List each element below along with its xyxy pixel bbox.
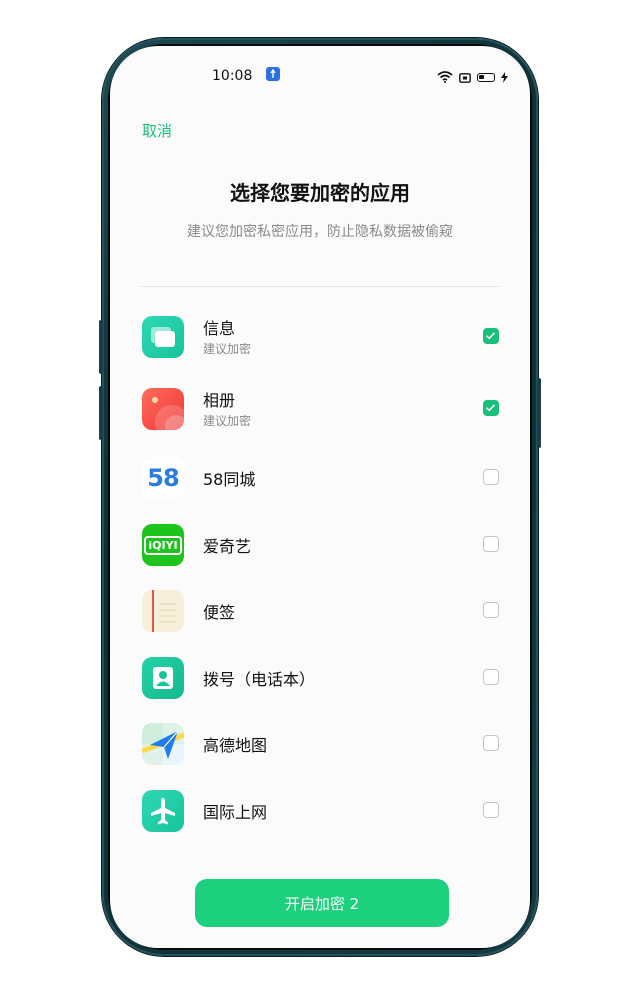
notes-icon (142, 590, 184, 632)
amap-icon (142, 723, 184, 765)
app-checkbox[interactable] (483, 469, 499, 485)
status-bar: 10:08 (110, 46, 530, 102)
app-name: 国际上网 (203, 803, 268, 822)
cancel-button[interactable]: 取消 (142, 120, 172, 141)
phone-frame: 10:08 取消 选择您要加密的应用 建议您加密私密应用，防止隐私数据被偷窥 信… (99, 38, 541, 956)
app-recommendation: 建议加密 (203, 414, 252, 428)
volume-button (99, 386, 103, 440)
app-name: 相册 (203, 391, 236, 410)
58-logo-text: 58 (147, 464, 179, 492)
photos-icon (142, 388, 184, 430)
list-item[interactable]: 国际上网 (110, 782, 530, 842)
app-checkbox[interactable] (483, 802, 499, 818)
iqiyi-logo-icon: iQIYI (142, 524, 184, 566)
58-logo-icon: 58 (142, 457, 184, 499)
app-checkbox[interactable] (483, 735, 499, 751)
volume-button (99, 320, 103, 374)
iqiyi-logo-text: iQIYI (144, 535, 182, 555)
status-time: 10:08 (212, 68, 253, 84)
battery-icon (477, 73, 495, 82)
list-item[interactable]: 拨号（电话本） (110, 649, 530, 709)
sim-icon (459, 68, 471, 87)
divider (140, 286, 500, 287)
screen: 10:08 取消 选择您要加密的应用 建议您加密私密应用，防止隐私数据被偷窥 信… (110, 46, 530, 948)
list-item[interactable]: 相册 建议加密 (110, 380, 530, 440)
app-name: 58同城 (203, 470, 256, 489)
list-item[interactable]: iQIYI 爱奇艺 (110, 516, 530, 576)
power-button (537, 378, 541, 448)
app-name: 高德地图 (203, 736, 268, 755)
page-title: 选择您要加密的应用 (230, 181, 410, 205)
list-item[interactable]: 58 58同城 (110, 449, 530, 509)
wifi-icon (437, 68, 453, 87)
app-checkbox[interactable] (483, 602, 499, 618)
page-subtitle: 建议您加密私密应用，防止隐私数据被偷窥 (187, 224, 453, 240)
charging-icon (501, 68, 508, 87)
airplane-icon (142, 790, 184, 832)
notification-icon (266, 67, 280, 81)
list-item[interactable]: 信息 建议加密 (110, 308, 530, 368)
list-item[interactable]: 便签 (110, 582, 530, 642)
app-name: 拨号（电话本） (203, 670, 316, 689)
open-encryption-button[interactable]: 开启加密 2 (195, 879, 449, 927)
app-name: 便签 (203, 603, 236, 622)
app-checkbox[interactable] (483, 328, 499, 344)
contacts-icon (142, 657, 184, 699)
app-checkbox[interactable] (483, 536, 499, 552)
status-icons (437, 68, 508, 87)
app-name: 信息 (203, 319, 236, 338)
app-checkbox[interactable] (483, 400, 499, 416)
list-item[interactable]: 高德地图 (110, 715, 530, 775)
app-name: 爱奇艺 (203, 537, 252, 556)
messages-icon (142, 316, 184, 358)
app-checkbox[interactable] (483, 669, 499, 685)
app-recommendation: 建议加密 (203, 342, 252, 356)
